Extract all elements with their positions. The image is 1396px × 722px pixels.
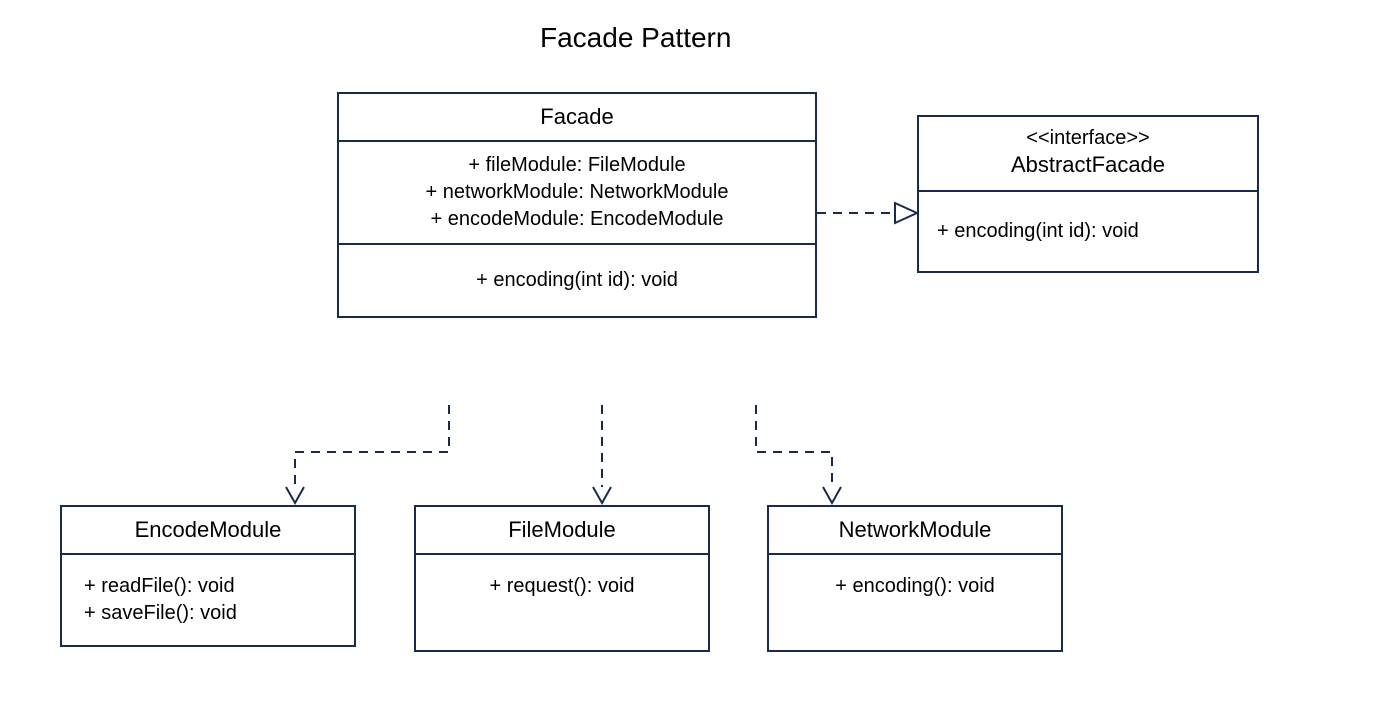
- class-networkmodule-name: NetworkModule: [769, 507, 1061, 555]
- class-encodemodule-operations: + readFile(): void + saveFile(): void: [62, 555, 354, 645]
- class-facade-operations: + encoding(int id): void: [339, 245, 815, 316]
- class-filemodule-name: FileModule: [416, 507, 708, 555]
- attr: + networkModule: NetworkModule: [353, 179, 801, 206]
- interface-abstractfacade: <<interface>> AbstractFacade + encoding(…: [917, 115, 1259, 273]
- class-facade: Facade + fileModule: FileModule + networ…: [337, 92, 817, 318]
- class-filemodule-operations: + request(): void: [416, 555, 708, 650]
- interface-operations: + encoding(int id): void: [919, 192, 1257, 271]
- op: + saveFile(): void: [84, 600, 332, 627]
- class-facade-attributes: + fileModule: FileModule + networkModule…: [339, 142, 815, 245]
- diagram-canvas: Facade Pattern Facade + fileModule: File…: [0, 0, 1396, 722]
- class-networkmodule-operations: + encoding(): void: [769, 555, 1061, 650]
- op: + encoding(): void: [791, 573, 1039, 600]
- op: + request(): void: [438, 573, 686, 600]
- interface-stereotype: <<interface>>: [919, 117, 1257, 150]
- class-networkmodule: NetworkModule + encoding(): void: [767, 505, 1063, 652]
- class-encodemodule-name: EncodeModule: [62, 507, 354, 555]
- op: + encoding(int id): void: [353, 267, 801, 294]
- op: + encoding(int id): void: [937, 218, 1239, 245]
- op: + readFile(): void: [84, 573, 332, 600]
- attr: + encodeModule: EncodeModule: [353, 206, 801, 233]
- interface-name: AbstractFacade: [919, 150, 1257, 192]
- attr: + fileModule: FileModule: [353, 152, 801, 179]
- diagram-title: Facade Pattern: [540, 22, 731, 54]
- class-filemodule: FileModule + request(): void: [414, 505, 710, 652]
- class-encodemodule: EncodeModule + readFile(): void + saveFi…: [60, 505, 356, 647]
- class-facade-name: Facade: [339, 94, 815, 142]
